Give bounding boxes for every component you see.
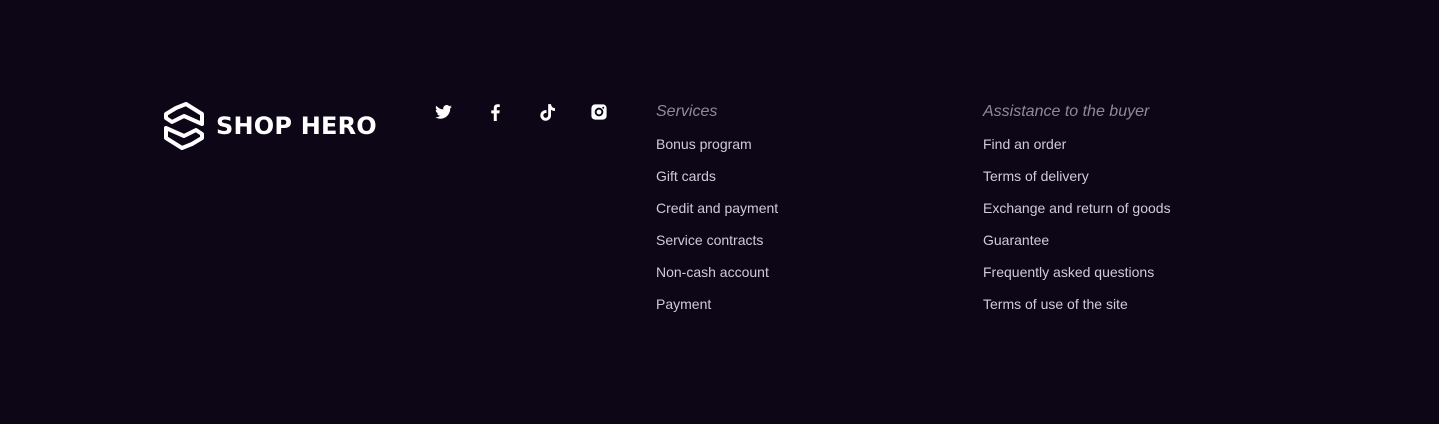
services-link-service-contracts[interactable]: Service contracts — [656, 232, 763, 248]
services-links: Bonus program Gift cards Credit and paym… — [656, 133, 778, 325]
brand-name: SHOP HERO — [216, 112, 377, 140]
buyer-link-exchange-and-return[interactable]: Exchange and return of goods — [983, 200, 1171, 216]
site-footer: SHOP HERO Services Bonus program Gift ca… — [0, 0, 1439, 424]
buyer-link-guarantee[interactable]: Guarantee — [983, 232, 1049, 248]
facebook-icon[interactable] — [485, 102, 505, 122]
buyer-assistance-heading: Assistance to the buyer — [983, 103, 1150, 120]
services-link-credit-and-payment[interactable]: Credit and payment — [656, 200, 778, 216]
social-links — [433, 102, 641, 122]
twitter-icon[interactable] — [433, 102, 453, 122]
buyer-link-find-an-order[interactable]: Find an order — [983, 136, 1066, 152]
services-column: Services Bonus program Gift cards Credit… — [656, 101, 778, 325]
buyer-assistance-column: Assistance to the buyer Find an order Te… — [983, 101, 1171, 325]
services-link-bonus-program[interactable]: Bonus program — [656, 136, 752, 152]
instagram-icon[interactable] — [589, 102, 609, 122]
tiktok-icon[interactable] — [537, 102, 557, 122]
services-heading: Services — [656, 103, 718, 120]
services-link-payment[interactable]: Payment — [656, 296, 711, 312]
buyer-assistance-links: Find an order Terms of delivery Exchange… — [983, 133, 1171, 325]
buyer-link-terms-of-use[interactable]: Terms of use of the site — [983, 296, 1128, 312]
shop-hero-logo-icon — [162, 102, 206, 150]
brand-logo[interactable]: SHOP HERO — [162, 102, 377, 150]
services-link-non-cash-account[interactable]: Non-cash account — [656, 264, 769, 280]
buyer-link-terms-of-delivery[interactable]: Terms of delivery — [983, 168, 1089, 184]
buyer-link-faq[interactable]: Frequently asked questions — [983, 264, 1154, 280]
services-link-gift-cards[interactable]: Gift cards — [656, 168, 716, 184]
